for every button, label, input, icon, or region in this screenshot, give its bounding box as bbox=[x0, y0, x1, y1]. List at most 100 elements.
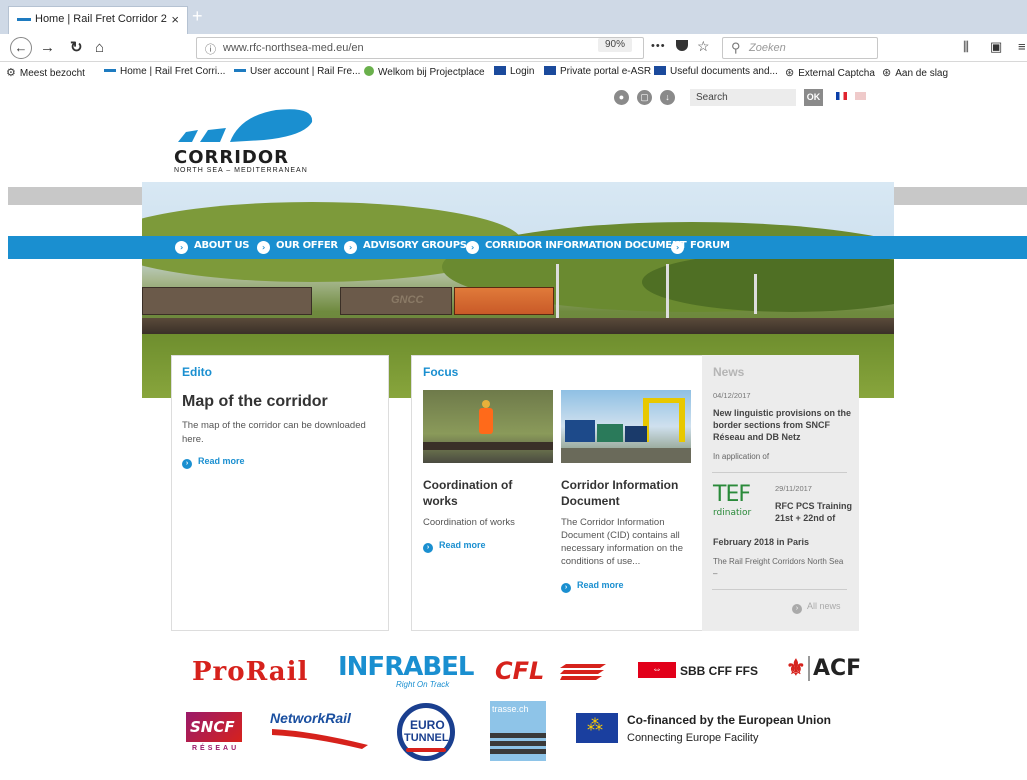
nav-about-us[interactable]: › ABOUT US bbox=[175, 240, 250, 254]
nav-corridor-information-document[interactable]: › CORRIDOR INFORMATION DOCUMENT bbox=[466, 240, 687, 254]
all-news-label: All news bbox=[807, 601, 841, 611]
focus-item-title[interactable]: Corridor Information Document bbox=[561, 477, 696, 509]
home-icon[interactable]: ⌂ bbox=[95, 38, 104, 58]
tef-logo-sub: rdinatior bbox=[713, 508, 752, 518]
sidebar-icon[interactable]: ▣ bbox=[990, 39, 1002, 55]
eu-cofinanced-text: Co-financed by the European Union bbox=[627, 713, 832, 727]
sncf-logo-mark[interactable]: SNCF bbox=[186, 712, 242, 742]
bookmark-label: Meest bezocht bbox=[19, 68, 85, 79]
focus-item-text: The Corridor Information Document (CID) … bbox=[561, 517, 683, 567]
social-icon-2[interactable]: ▢ bbox=[637, 90, 652, 105]
edito-text: The map of the corridor can be downloade… bbox=[182, 420, 366, 445]
nav-label: FORUM bbox=[690, 240, 730, 251]
french-flag-icon[interactable] bbox=[836, 92, 847, 100]
nav-label: ADVISORY GROUPS bbox=[363, 240, 467, 251]
bookmark-private-portal[interactable]: Private portal e-ASR bbox=[544, 66, 651, 77]
bookmark-most-visited[interactable]: ⚙ Meest bezocht bbox=[6, 66, 85, 79]
site-favicon-icon bbox=[654, 66, 666, 75]
bookmark-label: Home | Rail Fret Corri... bbox=[120, 66, 226, 77]
eu-stars-icon: ⁂ bbox=[587, 717, 603, 734]
edito-title[interactable]: Map of the corridor bbox=[182, 393, 328, 411]
news-title-cont[interactable]: February 2018 in Paris bbox=[713, 536, 853, 548]
bookmark-label: Private portal e-ASR bbox=[560, 66, 652, 77]
news-text: In application of bbox=[713, 452, 770, 461]
image-ground bbox=[561, 448, 691, 463]
chevron-right-icon: › bbox=[466, 241, 479, 254]
prorail-logo[interactable]: ProRail bbox=[192, 657, 308, 687]
menu-icon[interactable]: ≡ bbox=[1018, 39, 1026, 54]
site-favicon-icon bbox=[104, 69, 116, 72]
news-title[interactable]: RFC PCS Training 21st + 22nd of bbox=[775, 500, 853, 524]
eurotunnel-logo[interactable]: EURO TUNNEL bbox=[397, 703, 455, 761]
bookmark-aan-de-slag[interactable]: ⊛ Aan de slag bbox=[882, 66, 948, 79]
download-icon[interactable]: ↓ bbox=[660, 90, 675, 105]
nav-label: OUR OFFER bbox=[276, 240, 338, 251]
nav-advisory-groups[interactable]: › ADVISORY GROUPS bbox=[344, 240, 467, 254]
sncf-sub: RÉSEAU bbox=[192, 745, 240, 752]
trasse-stripe bbox=[490, 749, 546, 754]
page-actions-icon[interactable]: ••• bbox=[651, 40, 666, 52]
networkrail-swoosh-graphic bbox=[272, 729, 368, 749]
site-search-ok-button[interactable]: OK bbox=[804, 89, 823, 106]
focus-read-more-link[interactable]: › Read more bbox=[561, 580, 624, 593]
image-rail bbox=[423, 442, 553, 450]
news-title[interactable]: New linguistic provisions on the border … bbox=[713, 407, 853, 443]
focus-item-text: Coordination of works bbox=[423, 517, 515, 528]
back-arrow-icon[interactable]: ← bbox=[10, 37, 32, 59]
logo-shape-3 bbox=[230, 109, 313, 142]
bookmark-login[interactable]: Login bbox=[494, 66, 534, 77]
news-separator bbox=[712, 472, 847, 473]
networkrail-logo[interactable]: NetworkRail bbox=[270, 710, 351, 726]
browser-tab-bar: Home | Rail Fret Corridor 2 × + bbox=[0, 0, 1027, 34]
sbb-logo[interactable]: SBB CFF FFS bbox=[680, 664, 758, 678]
english-flag-icon[interactable] bbox=[855, 92, 866, 100]
library-icon[interactable]: ⫼ bbox=[963, 39, 969, 55]
bookmark-user-account[interactable]: User account | Rail Fre... bbox=[234, 66, 360, 77]
catenary-pole bbox=[754, 274, 757, 314]
infrabel-tagline: Right On Track bbox=[396, 680, 450, 689]
url-bar[interactable]: ⓘ www.rfc-northsea-med.eu/en bbox=[196, 37, 644, 59]
logo-shape-2 bbox=[200, 128, 226, 142]
cfl-logo[interactable]: CFL bbox=[495, 657, 544, 685]
eurotunnel-stripe bbox=[406, 748, 446, 752]
bookmark-label: Aan de slag bbox=[895, 68, 949, 79]
focus-read-more-link[interactable]: › Read more bbox=[423, 540, 486, 553]
pocket-icon[interactable] bbox=[676, 40, 688, 51]
info-icon[interactable]: ⓘ bbox=[205, 41, 216, 57]
bookmark-useful-documents[interactable]: Useful documents and... bbox=[654, 66, 778, 77]
read-more-label: Read more bbox=[439, 540, 486, 550]
nav-forum[interactable]: › FORUM bbox=[671, 240, 730, 254]
star-icon[interactable]: ☆ bbox=[697, 38, 710, 55]
focus-image-cid[interactable] bbox=[561, 390, 691, 463]
zoom-indicator[interactable]: 90% bbox=[598, 38, 632, 52]
bookmarks-bar: ⚙ Meest bezocht Home | Rail Fret Corri...… bbox=[0, 62, 1027, 82]
acf-logo[interactable]: ACF bbox=[808, 656, 861, 681]
site-favicon-icon bbox=[234, 69, 246, 72]
new-tab-button[interactable]: + bbox=[192, 7, 208, 26]
nav-our-offer[interactable]: › OUR OFFER bbox=[257, 240, 338, 254]
forward-arrow-icon[interactable]: → bbox=[40, 38, 55, 58]
reload-icon[interactable]: ↻ bbox=[70, 38, 83, 58]
edito-read-more-link[interactable]: › Read more bbox=[182, 456, 245, 469]
browser-search-input[interactable]: ⚲ Zoeken bbox=[722, 37, 878, 59]
browser-tab[interactable]: Home | Rail Fret Corridor 2 × bbox=[8, 6, 188, 34]
chevron-right-icon: › bbox=[423, 543, 433, 553]
infrabel-logo[interactable]: INFRABEL bbox=[338, 652, 474, 682]
read-more-label: Read more bbox=[577, 580, 624, 590]
chevron-right-icon: › bbox=[182, 459, 192, 469]
logo-title: CORRIDOR bbox=[174, 147, 290, 168]
all-news-link[interactable]: › All news bbox=[792, 601, 841, 614]
focus-item-title[interactable]: Coordination of works bbox=[423, 477, 548, 509]
bookmark-projectplace[interactable]: Welkom bij Projectplace bbox=[364, 66, 485, 78]
site-search-input[interactable]: Search bbox=[690, 89, 796, 106]
tab-close-icon[interactable]: × bbox=[171, 12, 179, 27]
trasse-logo[interactable]: trasse.ch bbox=[490, 701, 546, 761]
catenary-pole bbox=[556, 264, 559, 318]
bookmark-label: Useful documents and... bbox=[670, 66, 778, 77]
social-icon-1[interactable]: ● bbox=[614, 90, 629, 105]
bookmark-external-captcha[interactable]: ⊛ External Captcha bbox=[785, 66, 875, 79]
sbb-logo-mark: ⇔ bbox=[638, 662, 676, 678]
cfl-stripes-graphic bbox=[560, 664, 606, 680]
focus-image-works[interactable] bbox=[423, 390, 553, 463]
bookmark-home[interactable]: Home | Rail Fret Corri... bbox=[104, 66, 225, 77]
